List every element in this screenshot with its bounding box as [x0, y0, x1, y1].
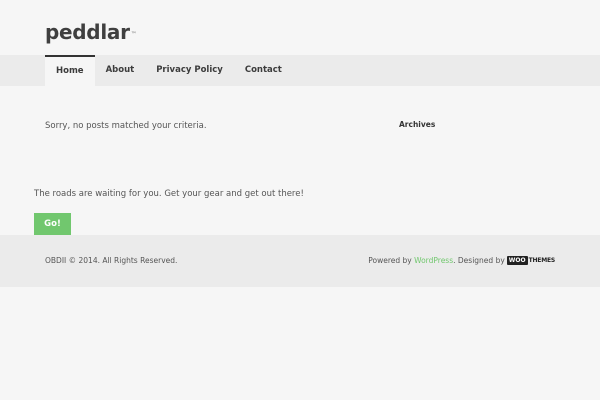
- nav-item-about[interactable]: About: [95, 55, 146, 86]
- cta-text: The roads are waiting for you. Get your …: [34, 189, 304, 199]
- go-button[interactable]: Go!: [34, 213, 71, 235]
- woo-logo-box: WOO: [506, 256, 528, 265]
- wordpress-link[interactable]: WordPress: [414, 256, 453, 265]
- main-nav: Home About Privacy Policy Contact: [45, 55, 293, 86]
- site-logo-text: peddlar: [45, 20, 130, 44]
- designed-by-label: . Designed by: [453, 256, 505, 265]
- nav-item-home[interactable]: Home: [45, 55, 95, 86]
- navigation-bar: Home About Privacy Policy Contact: [0, 55, 600, 86]
- page: peddlar™ Home About Privacy Policy Conta…: [0, 0, 600, 400]
- site-logo[interactable]: peddlar™: [45, 20, 137, 44]
- trademark-mark: ™: [130, 31, 137, 38]
- footer-credits: Powered by WordPress. Designed by WOO THE…: [368, 256, 555, 265]
- footer: OBDII © 2014. All Rights Reserved. Power…: [0, 235, 600, 287]
- woothemes-logo-link[interactable]: WOO THEMES: [506, 256, 556, 265]
- nav-item-contact[interactable]: Contact: [234, 55, 293, 86]
- nav-item-privacy-policy[interactable]: Privacy Policy: [145, 55, 234, 86]
- copyright-text: OBDII © 2014. All Rights Reserved.: [45, 256, 178, 265]
- powered-by-label: Powered by: [368, 256, 412, 265]
- archives-widget-title: Archives: [399, 120, 436, 129]
- no-posts-message: Sorry, no posts matched your criteria.: [45, 121, 207, 131]
- themes-logo-text: THEMES: [528, 257, 556, 264]
